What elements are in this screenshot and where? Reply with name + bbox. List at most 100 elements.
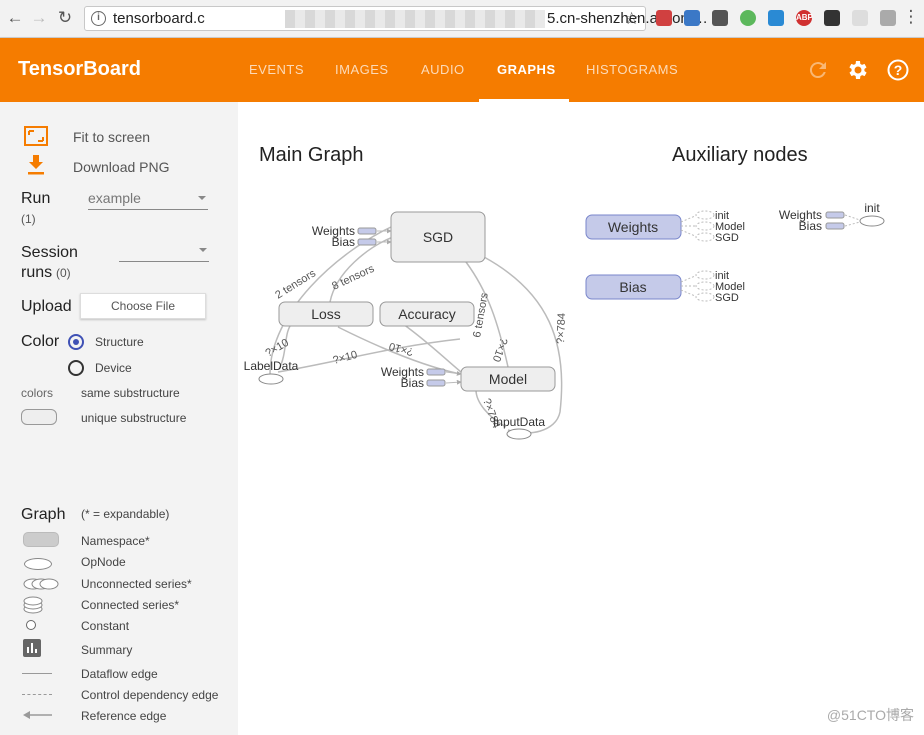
aux-bias-model-ref [695,281,715,291]
accuracy-node-label: Accuracy [398,306,456,322]
download-png-button[interactable]: Download PNG [73,159,170,175]
graph-legend-label: Graph [21,506,66,523]
color-structure-radio[interactable] [68,334,84,350]
loss-node-label: Loss [311,306,341,322]
tab-events[interactable]: EVENTS [249,62,304,77]
summary-legend-icon [23,639,41,657]
redacted-url-segment [285,10,545,28]
inputdata-node[interactable] [506,428,532,440]
tab-images[interactable]: IMAGES [335,62,389,77]
graph-svg[interactable]: 2 tensors 8 tensors 6 tensors ?×10 ?×10 … [238,102,924,735]
choose-file-button[interactable]: Choose File [80,293,206,319]
labeldata-node[interactable] [258,373,284,385]
model-bias-ref-icon [426,379,446,387]
session-runs-label-2: runs [21,264,53,281]
legend-constant: Constant [81,619,130,633]
sgd-bias-ref-icon [357,238,377,246]
aux-weights-model-ref [695,221,715,231]
color-label: Color [21,333,60,350]
legend-summary: Summary [81,643,133,657]
unique-substructure-label: unique substructure [81,411,187,425]
aux-weights-label: Weights [608,219,658,235]
model-weights-ref-icon [426,368,446,376]
back-arrow-icon[interactable]: ← [6,9,24,27]
watermark: @51CTO博客 [826,707,914,723]
info-icon[interactable]: i [91,11,106,26]
aux-weights-init-ref [695,210,715,220]
model-bias-label: Bias [401,376,424,390]
unconnected-series-legend-icon [23,578,59,590]
chevron-down-icon [199,248,207,252]
aux-init-weights-ref-icon [825,211,845,219]
color-structure-label: Structure [95,335,144,349]
legend-namespace: Namespace* [81,534,150,548]
chevron-down-icon [198,196,206,200]
aux-bias-sgd-ref [695,292,715,302]
tab-histograms[interactable]: HISTOGRAMS [586,62,678,77]
legend-control-dependency-edge: Control dependency edge [81,688,219,702]
sgd-bias-label: Bias [332,235,355,249]
reference-edge-legend-icon [23,711,52,719]
run-count: (1) [21,212,36,226]
session-runs-label: Session [21,244,78,261]
unique-substructure-swatch [21,409,57,425]
adblock-icon[interactable]: ABP [796,10,813,26]
edge-label-8-tensors: 8 tensors [330,263,377,293]
menu-icon[interactable]: ⋮ [902,8,920,26]
graph-canvas[interactable]: Main Graph Auxiliary nodes 2 tensors 8 t… [238,102,924,735]
edge-label-q-x10-loss: ?×10 [332,349,359,367]
extension-icon[interactable] [740,10,756,26]
aux-bias-sgd-label: SGD [715,292,739,304]
aux-bias-label: Bias [619,279,646,295]
aux-init-node[interactable] [859,215,885,227]
aux-weights-sgd-ref [695,232,715,242]
session-runs-select[interactable] [119,242,209,262]
legend-dataflow-edge: Dataflow edge [81,667,158,681]
extension-icon[interactable] [712,10,728,26]
settings-gear-icon[interactable] [846,58,870,82]
dataflow-edge-legend-icon [22,673,52,674]
inputdata-node-label: InputData [493,415,545,429]
pocket-extension-icon[interactable] [656,10,672,26]
refresh-icon[interactable] [806,58,830,82]
fit-to-screen-button[interactable]: Fit to screen [73,129,150,145]
screenshot-extension-icon[interactable] [768,10,784,26]
edge-label-2-tensors: 2 tensors [273,267,318,301]
download-icon[interactable] [26,154,46,176]
upload-label: Upload [21,298,72,315]
browser-toolbar: ← → ↻ i tensorboard.c 5.cn-shenzhen.alic… [0,0,924,38]
extension-icon[interactable] [852,10,868,26]
same-substructure-label: same substructure [81,386,180,400]
tab-graphs[interactable]: GRAPHS [497,62,556,77]
opnode-legend-icon [24,558,52,570]
qr-code-icon[interactable] [824,10,840,26]
aux-init-bias-label: Bias [799,219,822,233]
session-runs-count: (0) [56,266,71,280]
model-node-label: Model [489,371,527,387]
legend-opnode: OpNode [81,555,126,569]
colors-label: colors [21,386,54,400]
color-device-radio[interactable] [68,360,84,376]
bookmark-star-icon[interactable]: ☆ [624,9,639,29]
forward-arrow-icon[interactable]: → [30,9,48,27]
legend-connected-series: Connected series* [81,598,180,612]
address-bar[interactable]: i tensorboard.c 5.cn-shenzhen.alicont… ☆ [84,6,708,31]
drive-extension-icon[interactable] [880,10,896,26]
help-icon[interactable]: ? [886,58,910,82]
run-select-value: example [88,190,141,206]
legend-reference-edge: Reference edge [81,709,167,723]
sgd-weights-ref-icon [357,227,377,235]
reload-icon[interactable]: ↻ [56,9,74,27]
extension-icon[interactable] [684,10,700,26]
app-header: TensorBoard EVENTS IMAGES AUDIO GRAPHS H… [0,38,924,102]
graph-controls-sidebar: Fit to screen Download PNG Run (1) examp… [0,102,238,735]
constant-legend-icon [26,620,36,630]
run-select[interactable]: example [88,190,208,210]
aux-bias-init-ref [695,270,715,280]
fit-to-screen-icon[interactable] [24,126,48,146]
connected-series-legend-icon [23,596,43,614]
edge-label-q-x10-accuracy: ?×10 [388,340,415,358]
tab-audio[interactable]: AUDIO [421,62,465,77]
labeldata-node-label: LabelData [244,359,299,373]
sgd-node-label: SGD [423,229,453,245]
